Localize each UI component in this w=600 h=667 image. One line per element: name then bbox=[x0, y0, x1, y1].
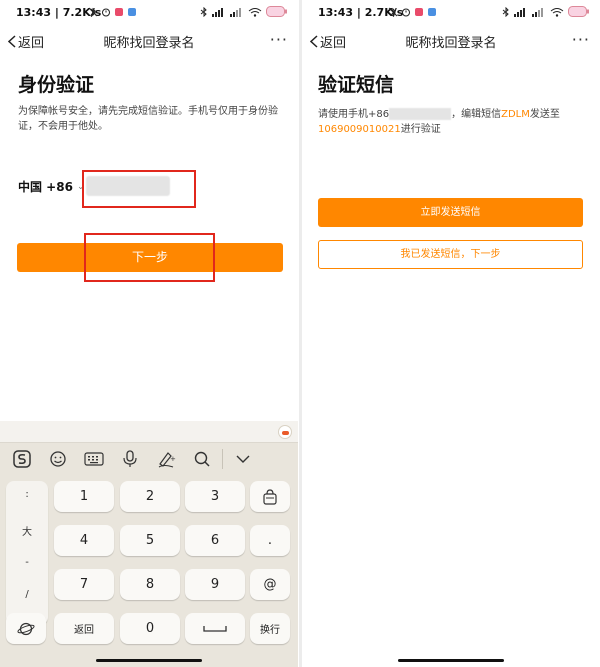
on-screen-keyboard: + : 大 - / 1 2 3 4 5 6 7 8 9 . @ 返回 0 换行 bbox=[0, 421, 298, 667]
more-menu-button[interactable]: ··· bbox=[572, 30, 590, 49]
keyboard-toolbar: + bbox=[0, 443, 298, 475]
system-icons bbox=[200, 6, 288, 17]
key-2[interactable]: 2 bbox=[120, 481, 180, 512]
wifi-icon bbox=[550, 7, 564, 17]
section-heading: 身份验证 bbox=[18, 74, 95, 96]
bluetooth-off-icon bbox=[388, 7, 398, 17]
bluetooth-icon bbox=[200, 6, 207, 17]
nav-bar: 返回 昵称找回登录名 ··· bbox=[302, 26, 600, 56]
newline-key-label: 换行 bbox=[260, 625, 280, 636]
country-code-label: 中国 +86 bbox=[18, 180, 73, 194]
return-key-label: 返回 bbox=[74, 625, 94, 636]
collapse-icon[interactable] bbox=[225, 445, 261, 473]
numeric-keypad: : 大 - / 1 2 3 4 5 6 7 8 9 . @ 返回 0 换行 bbox=[0, 477, 298, 667]
key-8[interactable]: 8 bbox=[120, 569, 180, 600]
symbol-key-da[interactable]: 大 bbox=[6, 523, 48, 538]
signal-icon bbox=[212, 7, 223, 17]
newline-key[interactable]: 换行 bbox=[250, 613, 290, 644]
sms-middle2: 发送至 bbox=[529, 109, 560, 120]
key-4[interactable]: 4 bbox=[54, 525, 114, 556]
microphone-icon[interactable] bbox=[112, 445, 148, 473]
app-notify-icon bbox=[428, 8, 436, 16]
wifi-icon bbox=[248, 7, 262, 17]
home-indicator[interactable] bbox=[96, 659, 202, 662]
emoji-icon[interactable] bbox=[40, 445, 76, 473]
keyboard-candidate-bar bbox=[0, 421, 298, 443]
planet-icon bbox=[17, 622, 35, 635]
notification-icons bbox=[88, 7, 137, 17]
planet-key[interactable] bbox=[6, 613, 46, 644]
sms-code: ZDLM bbox=[501, 109, 530, 120]
page-title: 昵称找回登录名 bbox=[103, 36, 195, 51]
home-indicator[interactable] bbox=[398, 659, 504, 662]
system-icons bbox=[502, 6, 590, 17]
next-step-button[interactable]: 下一步 bbox=[17, 243, 283, 272]
battery-icon bbox=[266, 6, 287, 17]
sms-prefix: 请使用手机+86 bbox=[318, 109, 390, 120]
search-icon[interactable] bbox=[184, 445, 220, 473]
battery-icon bbox=[568, 6, 589, 17]
right-screen: 13:43 | 2.7K/s 返回 昵称找回登录名 ··· 验证短信 请使用手机… bbox=[302, 0, 600, 667]
section-heading: 验证短信 bbox=[318, 74, 395, 96]
sms-instructions: 请使用手机+86 ，编辑短信ZDLM发送至 1069009010021进行验证 bbox=[318, 107, 588, 137]
keyboard-icon[interactable] bbox=[76, 445, 112, 473]
signal-icon bbox=[514, 7, 525, 17]
country-code-select[interactable]: 中国 +86 ⌄ bbox=[18, 178, 84, 195]
space-icon bbox=[203, 625, 227, 632]
app-badge-icon bbox=[415, 8, 423, 16]
symbol-key-colon[interactable]: : bbox=[6, 489, 48, 500]
left-screen: 13:43 | 7.2K/s 返回 昵称找回登录名 ··· 身份验证 为保障帐号… bbox=[0, 0, 298, 667]
signal-icon-2 bbox=[532, 7, 543, 17]
symbol-column[interactable]: : 大 - / bbox=[6, 481, 48, 625]
space-key[interactable] bbox=[185, 613, 245, 644]
key-5[interactable]: 5 bbox=[120, 525, 180, 556]
app-badge-icon bbox=[115, 8, 123, 16]
key-9[interactable]: 9 bbox=[185, 569, 245, 600]
bluetooth-off-icon bbox=[88, 7, 98, 17]
sms-suffix: 进行验证 bbox=[400, 124, 441, 135]
return-key[interactable]: 返回 bbox=[54, 613, 114, 644]
key-1[interactable]: 1 bbox=[54, 481, 114, 512]
signal-icon-2 bbox=[230, 7, 241, 17]
sent-next-button[interactable]: 我已发送短信，下一步 bbox=[318, 240, 583, 269]
alarm-icon bbox=[102, 8, 110, 17]
key-3[interactable]: 3 bbox=[185, 481, 245, 512]
phone-number-input[interactable] bbox=[86, 176, 170, 196]
status-bar: 13:43 | 2.7K/s bbox=[302, 0, 600, 24]
alarm-icon bbox=[402, 8, 410, 17]
toolbar-separator bbox=[222, 449, 223, 469]
send-sms-button[interactable]: 立即发送短信 bbox=[318, 198, 583, 227]
key-dot[interactable]: . bbox=[250, 525, 290, 556]
key-at[interactable]: @ bbox=[250, 569, 290, 600]
nav-bar: 返回 昵称找回登录名 ··· bbox=[0, 26, 298, 56]
verification-description: 为保障帐号安全，请先完成短信验证。手机号仅用于身份验证，不会用于他处。 bbox=[18, 106, 278, 132]
clipboard-icon bbox=[263, 488, 277, 505]
key-6[interactable]: 6 bbox=[185, 525, 245, 556]
notification-icons bbox=[388, 7, 437, 17]
key-7[interactable]: 7 bbox=[54, 569, 114, 600]
symbol-key-dash[interactable]: - bbox=[6, 557, 48, 568]
symbol-key-slash[interactable]: / bbox=[6, 589, 48, 600]
sms-middle: ，编辑短信 bbox=[451, 109, 502, 120]
chevron-down-icon: ⌄ bbox=[76, 181, 85, 192]
more-menu-button[interactable]: ··· bbox=[270, 30, 288, 49]
sms-target-number: 1069009010021 bbox=[318, 124, 401, 135]
bluetooth-icon bbox=[502, 6, 509, 17]
sogou-mascot-icon[interactable] bbox=[278, 425, 292, 439]
masked-phone-number bbox=[389, 108, 452, 120]
app-notify-icon bbox=[128, 8, 136, 16]
sogou-logo-icon[interactable] bbox=[4, 445, 40, 473]
svg-text:+: + bbox=[170, 455, 176, 463]
handwriting-icon[interactable]: + bbox=[148, 445, 184, 473]
clipboard-key[interactable] bbox=[250, 481, 290, 512]
key-0[interactable]: 0 bbox=[120, 613, 180, 644]
page-title: 昵称找回登录名 bbox=[405, 36, 497, 51]
status-bar: 13:43 | 7.2K/s bbox=[0, 0, 298, 24]
